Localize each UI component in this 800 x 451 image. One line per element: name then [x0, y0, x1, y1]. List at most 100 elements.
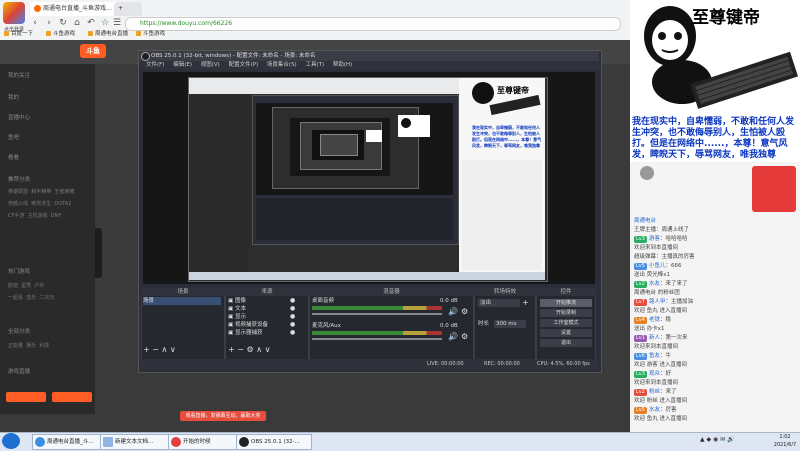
source-item[interactable]: ▣ 视频捕获设备 — [228, 321, 268, 329]
forward-icon[interactable]: › — [44, 18, 54, 28]
mute-speaker-icon[interactable]: 🔊 — [448, 308, 458, 316]
bookmark-3[interactable]: 周通电台直播 — [88, 30, 128, 39]
bookmark-1[interactable]: 百度一下 — [4, 30, 33, 39]
menu-icon[interactable]: ☰ — [112, 18, 122, 28]
meme-title: 至尊键帝 — [692, 8, 760, 28]
tab-new[interactable]: + — [114, 2, 142, 16]
duration-input[interactable]: 300 ms — [494, 320, 526, 328]
douyu-logo[interactable]: 斗鱼 — [80, 44, 106, 58]
sidebar-grid-row[interactable]: 英雄联盟 和平精英 王者荣耀 — [8, 188, 74, 195]
chat-text: ：来了来了 — [659, 281, 688, 287]
sidebar-item[interactable]: 推荐分类 — [8, 176, 30, 185]
menu-scene-collection[interactable]: 场景集合(S) — [267, 61, 297, 70]
sidebar-grid-row[interactable]: CF手游 主机游戏 DNF — [8, 212, 61, 219]
home-icon[interactable]: ⌂ — [72, 18, 82, 28]
nested-meme-thumb-small — [366, 130, 382, 142]
monitor-source-icon: ▣ — [228, 330, 235, 336]
mixer-gear-icon[interactable]: ⚙ — [461, 333, 468, 341]
chat-username[interactable]: 新人 — [649, 335, 660, 341]
sidebar-item[interactable]: 全部分类 — [8, 328, 30, 337]
chat-text: ：厉害 — [659, 407, 677, 413]
mixer-gear-icon[interactable]: ⚙ — [461, 308, 468, 316]
back-icon[interactable]: ‹ — [30, 18, 40, 28]
chat-username[interactable]: 水友 — [649, 281, 660, 287]
douyu-favicon-icon — [34, 5, 41, 12]
settings-button[interactable]: 设置 — [540, 329, 592, 337]
chat-level-badge: Lv3 — [634, 371, 647, 378]
tab-douyu[interactable]: 周通电台直播_斗鱼游戏... — [30, 2, 118, 16]
start-recording-button[interactable]: 开始录制 — [540, 309, 592, 317]
scenes-panel-title: 场景 — [141, 288, 225, 296]
source-item[interactable]: ▣ 文本 — [228, 305, 246, 313]
sidebar-button[interactable] — [6, 392, 46, 402]
douyu-promo-banner[interactable]: 观看直播，发弹幕互动，赢取大奖 — [180, 411, 266, 421]
taskbar-item-notepad[interactable]: 新建文本文档... — [100, 434, 176, 450]
sidebar-grid-row[interactable]: 颜值 星秀 户外 — [8, 282, 44, 289]
scenes-toolbar[interactable]: + − ∧ ∨ — [143, 346, 176, 354]
chat-level-badge: Lv2 — [634, 281, 647, 288]
scene-item[interactable]: 场景 — [143, 297, 221, 305]
url-bar[interactable]: https://www.douyu.com/66226 — [125, 17, 621, 31]
chat-username[interactable]: 周通电台 — [634, 218, 656, 224]
chat-username[interactable]: 老铁 — [649, 317, 660, 323]
chat-username[interactable]: 小鱼儿 — [649, 263, 666, 269]
taskbar-item-obs[interactable]: OBS 25.0.1 (32-... — [236, 434, 312, 450]
source-visibility-icons[interactable]: ● ● ● ● ● — [290, 297, 295, 337]
mute-speaker-icon[interactable]: 🔊 — [448, 333, 458, 341]
exit-button[interactable]: 退出 — [540, 339, 592, 347]
sidebar-item[interactable]: 直播中心 — [8, 114, 30, 123]
menu-tools[interactable]: 工具(T) — [305, 61, 324, 70]
bookmark-4[interactable]: 斗鱼游戏 — [136, 30, 165, 39]
studio-mode-button[interactable]: 工作室模式 — [540, 319, 592, 327]
sidebar-grid-row[interactable]: 一起看 音乐 二次元 — [8, 294, 54, 301]
star-icon[interactable]: ☆ — [100, 18, 110, 28]
sidebar-item[interactable]: 看看 — [8, 154, 19, 163]
menu-file[interactable]: 文件(F) — [146, 61, 164, 70]
transition-select[interactable]: 淡出 — [478, 299, 520, 307]
chat-username[interactable]: 水友 — [649, 407, 660, 413]
tray-icons[interactable]: ▲ ◆ ◉ ✉ 🔊 — [700, 436, 766, 446]
transition-add-icon[interactable]: + — [522, 299, 529, 307]
source-item[interactable]: ▣ 显示器捕获 — [228, 329, 262, 337]
sidebar-grid-row[interactable]: 正能量 娱乐 科技 — [8, 342, 49, 349]
sidebar-item[interactable]: 我的 — [8, 94, 19, 103]
start-button[interactable] — [2, 433, 20, 449]
menu-profile[interactable]: 配置文件(P) — [229, 61, 259, 70]
chat-username[interactable]: 路人甲 — [649, 299, 666, 305]
sidebar-item[interactable]: 游戏直播 — [8, 368, 30, 377]
sidebar-item[interactable]: 我的关注 — [8, 72, 30, 81]
profile-avatar[interactable] — [3, 2, 25, 24]
source-item[interactable]: ▣ 显示 — [228, 313, 246, 321]
taskbar-item-app[interactable]: 开始的时候 — [168, 434, 244, 450]
obs-title: OBS 25.0.1 (32-bit, windows) - 配置文件: 未命名… — [139, 51, 599, 61]
sidebar-grid-row[interactable]: 穿越火线 绝地求生 DOTA2 — [8, 200, 71, 207]
gift-banner[interactable] — [752, 166, 796, 212]
start-streaming-button[interactable]: 开始推流 — [540, 299, 592, 307]
bookmark-icon — [4, 31, 9, 36]
undo-icon[interactable]: ↶ — [86, 18, 96, 28]
sidebar-item[interactable]: 鱼吧 — [8, 134, 19, 143]
menu-edit[interactable]: 编辑(E) — [173, 61, 192, 70]
bookmark-icon — [136, 31, 141, 36]
menu-help[interactable]: 帮助(H) — [333, 61, 352, 70]
source-item[interactable]: ▣ 图像 — [228, 297, 246, 305]
chat-username[interactable]: 游客 — [649, 236, 660, 242]
collapse-handle[interactable] — [95, 228, 102, 278]
chat-username[interactable]: 粉丝 — [649, 389, 660, 395]
chat-username[interactable]: 鱼友 — [649, 353, 660, 359]
clock[interactable]: 1:02 2021/6/7 — [770, 433, 800, 449]
notepad-icon — [103, 437, 113, 447]
mixer-channel-label: 麦克风/Aux — [312, 323, 341, 329]
sources-toolbar[interactable]: + − ⚙ ∧ ∨ — [228, 346, 270, 354]
sidebar-item[interactable]: 热门游戏 — [8, 268, 30, 277]
bookmark-2[interactable]: 斗鱼游戏 — [46, 30, 75, 39]
menu-view[interactable]: 视图(V) — [201, 61, 220, 70]
streamer-avatar[interactable] — [640, 166, 654, 180]
taskbar-item-browser[interactable]: 周通电台直播_斗... — [32, 434, 108, 450]
sidebar-button[interactable] — [52, 392, 92, 402]
volume-slider[interactable] — [312, 338, 442, 340]
volume-slider[interactable] — [312, 313, 442, 315]
obs-icon — [239, 437, 249, 447]
reload-icon[interactable]: ↻ — [58, 18, 68, 28]
chat-username[interactable]: 观众 — [649, 371, 660, 377]
